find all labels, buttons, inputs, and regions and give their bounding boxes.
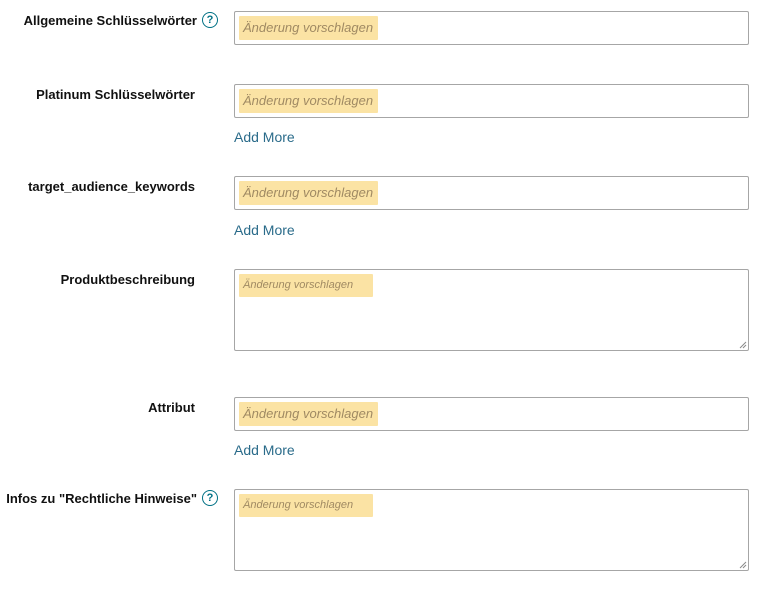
platinum-keywords-input[interactable]: Änderung vorschlagen [234,84,749,118]
attribute-label-group: Attribut [148,400,195,415]
product-description-label: Produktbeschreibung [60,272,195,287]
suggest-change-placeholder[interactable]: Änderung vorschlagen [239,181,379,205]
product-description-label-group: Produktbeschreibung [61,272,195,287]
attribute-input[interactable]: Änderung vorschlagen [234,397,749,431]
help-circle-icon[interactable]: ? [202,490,218,506]
product-description-textarea[interactable]: Änderung vorschlagen [234,269,749,351]
platinum-keywords-add-more-link[interactable]: Add More [234,129,295,145]
target-audience-keywords-add-more-link[interactable]: Add More [234,222,295,238]
platinum-keywords-label: Platinum Schlüsselwörter [36,87,195,102]
platinum-keywords-label-group: Platinum Schlüsselwörter [36,87,195,102]
suggest-change-placeholder[interactable]: Änderung vorschlagen [239,402,379,426]
suggest-change-placeholder[interactable]: Änderung vorschlagen [239,274,374,297]
attribute-label: Attribut [148,400,195,415]
target-audience-keywords-label: target_audience_keywords [28,179,195,194]
legal-notices-textarea[interactable]: Änderung vorschlagen [234,489,749,571]
suggest-change-placeholder[interactable]: Änderung vorschlagen [239,494,374,517]
resize-grip-icon[interactable] [739,341,747,349]
legal-notices-label-group: Infos zu "Rechtliche Hinweise" ? [6,490,218,506]
general-keywords-label-group: Allgemeine Schlüsselwörter ? [24,12,218,28]
target-audience-keywords-input[interactable]: Änderung vorschlagen [234,176,749,210]
legal-notices-label: Infos zu "Rechtliche Hinweise" [6,490,197,506]
resize-grip-icon[interactable] [739,561,747,569]
target-audience-keywords-label-group: target_audience_keywords [28,179,195,194]
help-circle-icon[interactable]: ? [202,12,218,28]
general-keywords-label: Allgemeine Schlüsselwörter [23,12,197,28]
suggest-change-placeholder[interactable]: Änderung vorschlagen [239,89,379,113]
general-keywords-input[interactable]: Änderung vorschlagen [234,11,749,45]
suggest-change-placeholder[interactable]: Änderung vorschlagen [239,16,379,40]
attribute-add-more-link[interactable]: Add More [234,442,295,458]
